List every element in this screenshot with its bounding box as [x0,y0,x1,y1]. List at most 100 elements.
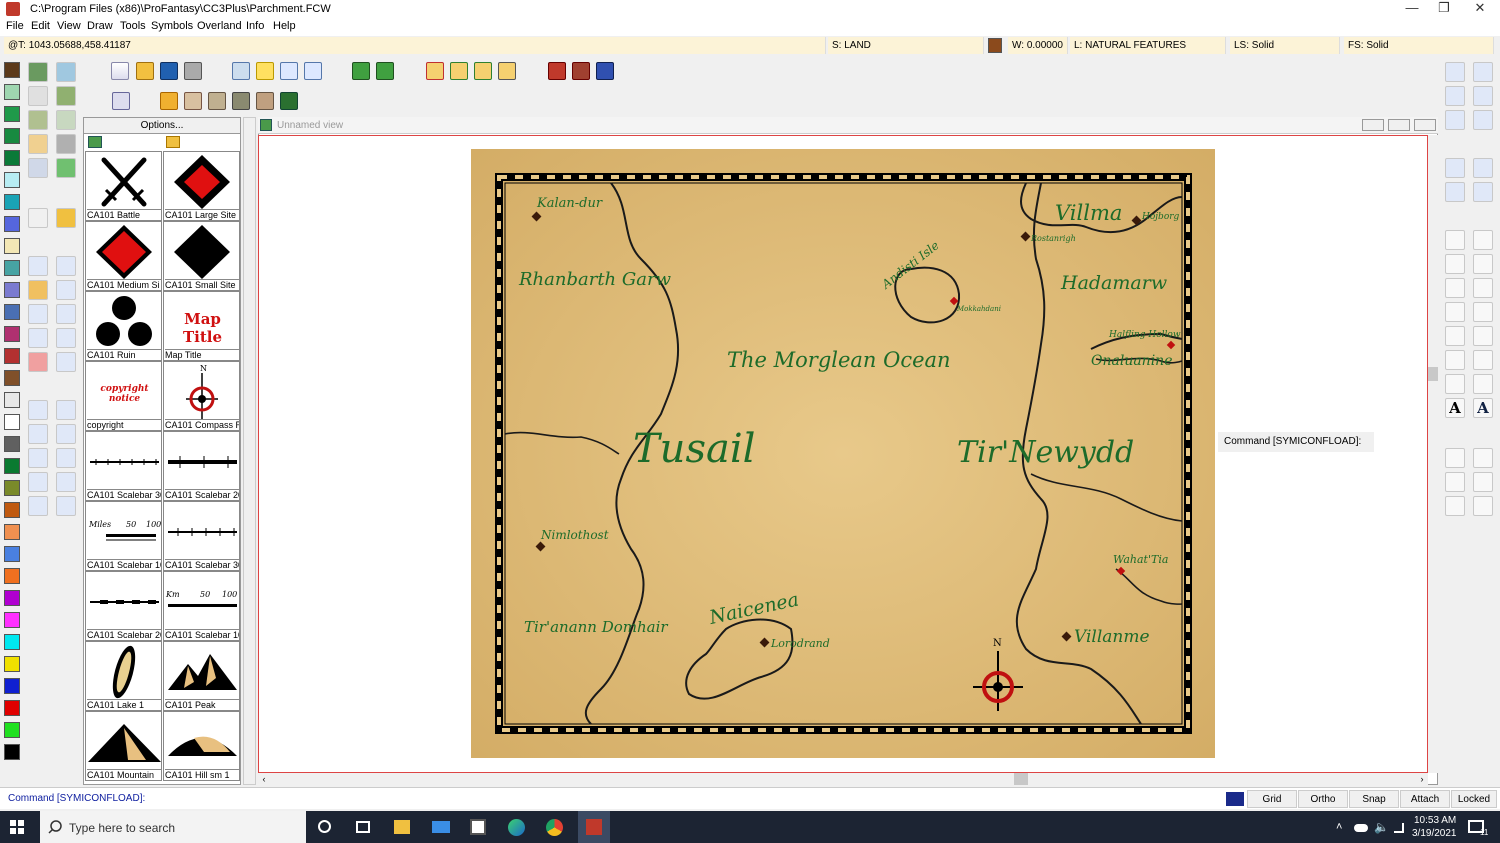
color-swatch[interactable] [4,612,20,628]
zoom-out-icon[interactable] [1473,86,1493,106]
menu-info[interactable]: Info [246,20,264,32]
scroll-thumb[interactable] [1428,367,1438,381]
symbol-settings-icon[interactable] [112,92,130,110]
symbol-insert-icon[interactable] [1473,374,1493,394]
cortana-icon[interactable] [318,820,331,833]
line-style-field[interactable]: LS: Solid [1230,37,1340,54]
group-icon[interactable] [28,472,48,492]
zoom-window-icon[interactable] [1445,62,1465,82]
zoom-in-icon[interactable] [1473,62,1493,82]
hatch-tool-icon[interactable] [28,134,48,154]
move-icon[interactable] [28,304,48,324]
color-swatch[interactable] [4,700,20,716]
layer-lock-icon[interactable] [498,62,516,80]
view-restore-button[interactable] [1388,119,1410,131]
tools-icon[interactable] [56,134,76,154]
symbol-cell-scalebar-km[interactable]: Km 50 100 CA101 Scalebar 10 [163,571,240,641]
figure-icon[interactable] [256,92,274,110]
color-swatch[interactable] [4,370,20,386]
view-front-icon[interactable] [1445,182,1465,202]
task-view-icon[interactable] [356,821,370,833]
color-swatch[interactable] [4,62,20,78]
catalog-new-icon[interactable] [88,136,102,148]
break-icon[interactable] [28,448,48,468]
color-swatch[interactable] [4,634,20,650]
symbol-cell-scalebar[interactable]: CA101 Scalebar 30 [163,501,240,571]
contour-tool-icon[interactable] [28,86,48,106]
menu-symbols[interactable]: Symbols [151,20,193,32]
house-icon[interactable] [184,92,202,110]
symbol-cell-map-title[interactable]: Map Title Map Title [163,291,240,361]
current-color-swatch[interactable] [988,38,1002,53]
arc-icon[interactable] [1445,278,1465,298]
snap-intersection-icon[interactable] [1473,472,1493,492]
symbol-cell-scalebar-miles[interactable]: Miles 50 100 CA101 Scalebar 10 [85,501,162,571]
symbol-cell-mountain[interactable]: CA101 Mountain [85,711,162,781]
file-explorer-icon[interactable] [394,820,410,834]
color-swatch[interactable] [4,238,20,254]
text-edit-icon[interactable] [56,400,76,420]
castle-icon[interactable] [208,92,226,110]
terrain-tool-icon[interactable] [56,86,76,106]
paste-view-icon[interactable] [1473,158,1493,178]
menu-tools[interactable]: Tools [120,20,146,32]
symbol-cell-compass[interactable]: N CA101 Compass R [163,361,240,431]
color-swatch[interactable] [4,260,20,276]
snap-center-icon[interactable] [1473,496,1493,516]
color-swatch[interactable] [4,744,20,760]
fill-style-field[interactable]: FS: Solid [1344,37,1494,54]
numbering-icon[interactable] [1445,374,1465,394]
symbol-cell-scalebar[interactable]: CA101 Scalebar 30 [85,431,162,501]
color-swatch[interactable] [4,392,20,408]
symbol-cell-battle[interactable]: CA101 Battle [85,151,162,221]
circle-icon[interactable] [1473,278,1493,298]
edit-list-icon[interactable] [304,62,322,80]
import-icon[interactable] [352,62,370,80]
zoom-prev-icon[interactable] [1473,110,1493,130]
landmass-tool-icon[interactable] [28,62,48,82]
fractal-line-icon[interactable] [1445,350,1465,370]
array-icon[interactable] [56,304,76,324]
parchment-map[interactable]: N Kalan-dur Villma Hojborg Rostanrigh Rh… [471,149,1215,758]
settings-icon[interactable] [28,158,48,178]
color-swatch[interactable] [4,656,20,672]
close-button[interactable]: ✕ [1460,0,1500,18]
scroll-thumb[interactable] [1014,773,1028,785]
stretch-icon[interactable] [56,352,76,372]
onedrive-icon[interactable] [1354,824,1368,832]
symbol-cell-medium-site[interactable]: CA101 Medium Si [85,221,162,291]
color-swatch[interactable] [4,128,20,144]
symbol-cell-scalebar[interactable]: CA101 Scalebar 20 [163,431,240,501]
snap-nearest-icon[interactable] [1445,496,1465,516]
spline-icon[interactable] [1445,326,1465,346]
color-swatch[interactable] [4,106,20,122]
smooth-poly-icon[interactable] [1473,326,1493,346]
effects-icon[interactable] [548,62,566,80]
edge-icon[interactable] [508,819,525,836]
text-box-icon[interactable]: A [1473,398,1493,418]
maximize-button[interactable]: ❐ [1424,0,1464,18]
menu-edit[interactable]: Edit [31,20,50,32]
scroll-right-arrow[interactable]: › [1416,773,1428,785]
insert-icon[interactable] [28,424,48,444]
width-field[interactable]: W: 0.00000 [1008,37,1068,54]
clock-date[interactable]: 3/19/2021 [1412,828,1457,839]
symbol-cell-lake[interactable]: CA101 Lake 1 [85,641,162,711]
mail-icon[interactable] [432,821,450,833]
color-swatch[interactable] [4,480,20,496]
snap-button[interactable]: Snap [1349,790,1399,808]
tray-chevron-icon[interactable]: ˄ [1336,821,1342,833]
undo-icon[interactable] [28,256,48,276]
color-swatch[interactable] [4,568,20,584]
note-icon[interactable] [256,62,274,80]
curve-icon[interactable] [1445,302,1465,322]
color-swatch[interactable] [4,678,20,694]
export-icon[interactable] [376,62,394,80]
menu-draw[interactable]: Draw [87,20,113,32]
view-vertical-scrollbar[interactable] [1428,135,1438,773]
flag-icon[interactable] [160,92,178,110]
windows-start-icon[interactable] [10,820,24,834]
color-swatch[interactable] [4,524,20,540]
locked-button[interactable]: Locked [1451,790,1497,808]
volume-icon[interactable]: 🔈 [1374,820,1389,834]
